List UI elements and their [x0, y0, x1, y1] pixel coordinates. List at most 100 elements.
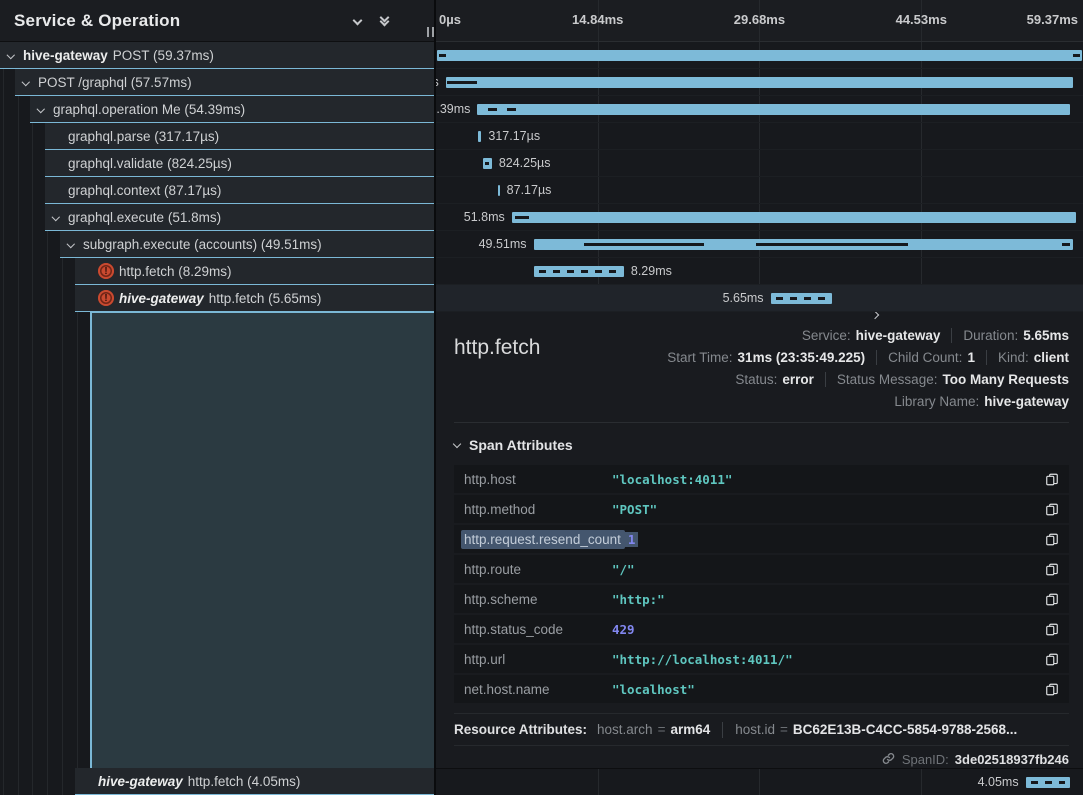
meta-value: 31ms (23:35:49.225) — [738, 350, 866, 365]
attribute-row: http.scheme"http:" — [454, 585, 1069, 613]
tree-row[interactable]: hive-gateway http.fetch (4.05ms) — [0, 768, 434, 795]
span-label: subgraph.execute (accounts) (49.51ms) — [83, 237, 322, 252]
tree-row[interactable]: graphql.operation Me (54.39ms) — [0, 96, 434, 123]
axis-tick-label: 59.37ms — [1027, 12, 1078, 27]
attribute-value: "POST" — [612, 502, 1045, 517]
span-bar[interactable] — [534, 239, 1074, 250]
span-bar[interactable] — [483, 158, 492, 169]
duration-label: 54.39ms — [436, 102, 470, 116]
span-label: graphql.validate (824.25µs) — [68, 156, 232, 171]
chevron-down-icon[interactable] — [18, 79, 33, 85]
tree-row[interactable]: POST /graphql (57.57ms) — [0, 69, 434, 96]
tree-row-block: hive-gatewayPOST (59.37ms) — [0, 42, 434, 69]
double-chevron-down-icon[interactable] — [381, 17, 388, 25]
meta-pair: Kind:client — [998, 348, 1069, 367]
tree-row[interactable]: !hive-gatewayhttp.fetch (5.65ms) — [0, 285, 434, 312]
span-bar[interactable] — [512, 212, 1077, 223]
meta-label: Service: — [802, 328, 851, 343]
service-name: hive-gateway — [98, 774, 183, 789]
span-bar[interactable] — [534, 266, 624, 277]
child-span-tick — [1062, 243, 1070, 246]
child-span-tick — [515, 216, 529, 219]
tree-row[interactable]: graphql.validate (824.25µs) — [0, 150, 434, 177]
chevron-down-icon[interactable] — [63, 241, 78, 247]
chevron-down-icon[interactable] — [33, 106, 48, 112]
resource-attributes-row[interactable]: Resource Attributes: host.arch=arm64host… — [454, 713, 1069, 746]
span-label: POST /graphql (57.57ms) — [38, 75, 192, 90]
span-bar[interactable] — [498, 185, 500, 196]
span-bar[interactable] — [771, 293, 833, 304]
span-bar[interactable] — [477, 104, 1070, 115]
attribute-row: net.host.name"localhost" — [454, 675, 1069, 703]
chevron-down-icon[interactable] — [3, 52, 18, 58]
panel-resize-divider[interactable] — [434, 0, 436, 795]
span-bar[interactable] — [478, 131, 481, 142]
tree-toolbar — [354, 17, 408, 25]
copy-icon[interactable] — [1045, 502, 1059, 517]
span-label: http.fetch (4.05ms) — [188, 774, 301, 789]
waterfall-row[interactable] — [436, 42, 1083, 69]
copy-icon[interactable] — [1045, 592, 1059, 607]
duration-label: 5.65ms — [723, 291, 764, 305]
attribute-key: net.host.name — [464, 682, 612, 697]
waterfall-row[interactable]: 49.51ms — [436, 231, 1083, 258]
tree-row[interactable]: subgraph.execute (accounts) (49.51ms) — [0, 231, 434, 258]
meta-pair: Child Count:1 — [888, 348, 975, 367]
span-tree: hive-gatewayPOST (59.37ms) POST /graphql … — [0, 42, 434, 795]
span-attributes-header[interactable]: Span Attributes — [454, 437, 1069, 453]
meta-label: Status: — [735, 372, 777, 387]
trace-viewer-window: Service & Operation hive-gatewayPOST (59… — [0, 0, 1083, 795]
waterfall-row[interactable]: 317.17µs — [436, 123, 1083, 150]
link-icon[interactable] — [881, 751, 896, 769]
copy-icon[interactable] — [1045, 622, 1059, 637]
child-span-tick — [439, 54, 446, 57]
attribute-row: http.request.resend_count1 — [454, 525, 1069, 553]
meta-label: Duration: — [963, 328, 1018, 343]
tree-row-block: hive-gateway http.fetch (4.05ms) — [75, 768, 434, 795]
span-bar[interactable] — [1026, 777, 1070, 788]
tree-row-block: !http.fetch (8.29ms) — [75, 258, 434, 285]
waterfall-row[interactable]: 57.57ms — [436, 69, 1083, 96]
tree-row[interactable]: graphql.execute (51.8ms) — [0, 204, 434, 231]
attribute-value: "http:" — [612, 592, 1045, 607]
waterfall-row[interactable]: 54.39ms — [436, 96, 1083, 123]
duration-label: 87.17µs — [507, 183, 552, 197]
tree-row[interactable]: hive-gatewayPOST (59.37ms) — [0, 42, 434, 69]
selected-span-detail-region — [90, 312, 434, 768]
attribute-key: http.route — [464, 562, 612, 577]
waterfall-row[interactable]: 4.05ms — [436, 769, 1083, 795]
waterfall-row[interactable]: 51.8ms — [436, 204, 1083, 231]
copy-icon[interactable] — [1045, 532, 1059, 547]
meta-value: Too Many Requests — [942, 372, 1069, 387]
duration-label: 317.17µs — [488, 129, 540, 143]
copy-icon[interactable] — [1045, 472, 1059, 487]
waterfall-row[interactable]: 8.29ms — [436, 258, 1083, 285]
selected-text: 1 — [625, 532, 639, 547]
tree-row[interactable]: graphql.parse (317.17µs) — [0, 123, 434, 150]
copy-icon[interactable] — [1045, 652, 1059, 667]
meta-pair: Start Time:31ms (23:35:49.225) — [667, 348, 865, 367]
attribute-value: "localhost" — [612, 682, 1045, 697]
span-bar[interactable] — [446, 77, 1073, 88]
child-span-tick — [507, 108, 516, 111]
chevron-down-icon[interactable] — [353, 16, 363, 26]
tree-row-block: graphql.context (87.17µs) — [45, 177, 434, 204]
tree-row-block: graphql.execute (51.8ms) — [45, 204, 434, 231]
resource-header: Resource Attributes: — [454, 722, 587, 737]
span-bar[interactable] — [437, 50, 1082, 61]
tree-row[interactable]: !http.fetch (8.29ms) — [0, 258, 434, 285]
waterfall-row[interactable]: 824.25µs — [436, 150, 1083, 177]
tree-row-block: POST /graphql (57.57ms) — [15, 69, 434, 96]
waterfall-row[interactable]: 5.65ms — [436, 285, 1083, 312]
copy-icon[interactable] — [1045, 562, 1059, 577]
meta-line: Library Name:hive-gateway — [894, 392, 1069, 411]
meta-pair: Status Message:Too Many Requests — [837, 370, 1069, 389]
waterfall-row[interactable]: 87.17µs — [436, 177, 1083, 204]
attribute-value: 429 — [612, 622, 1045, 637]
copy-icon[interactable] — [1045, 682, 1059, 697]
chevron-down-icon[interactable] — [48, 214, 63, 220]
divider — [454, 422, 1069, 423]
tree-row[interactable]: graphql.context (87.17µs) — [0, 177, 434, 204]
span-label: graphql.context (87.17µs) — [68, 183, 221, 198]
resize-handle-icon[interactable] — [427, 27, 434, 37]
